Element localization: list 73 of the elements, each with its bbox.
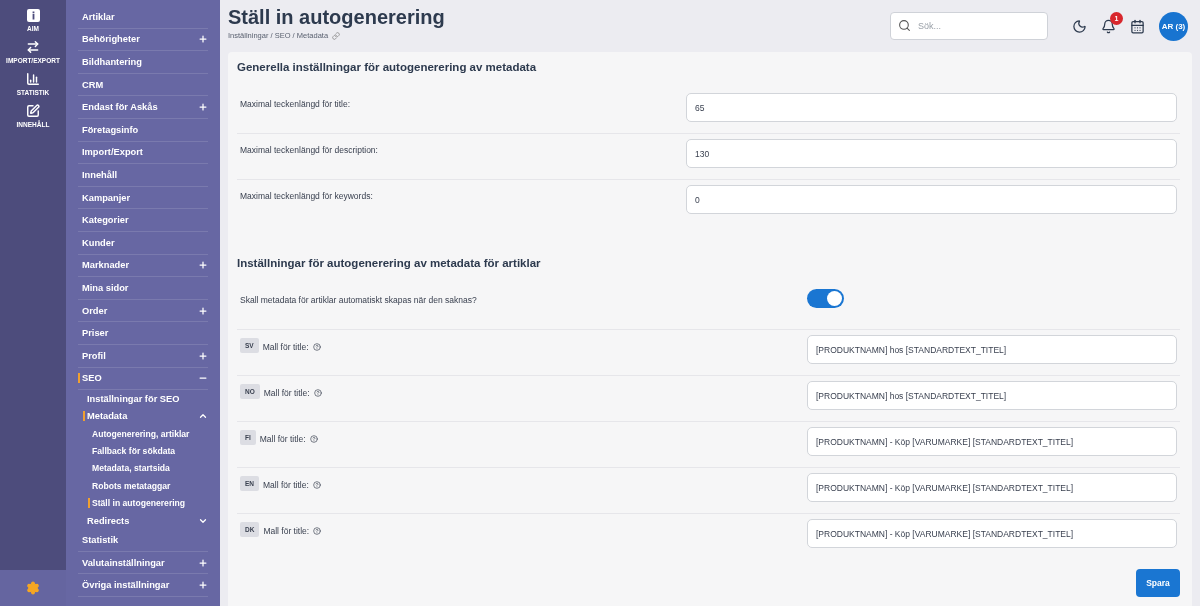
expand-icon[interactable] [198, 260, 208, 271]
field-label: Skall metadata för artiklar automatiskt skapas när den saknas? [240, 295, 477, 305]
expand-icon[interactable] [198, 557, 208, 568]
field-label: Mall för title: [262, 342, 309, 352]
notification-icon[interactable] [1101, 18, 1116, 34]
search-icon [898, 19, 911, 32]
section-title: Inställningar för autogenerering av metadata för artiklar [237, 256, 542, 271]
info-icon [26, 9, 40, 22]
nav-item[interactable]: Övriga inställningar [78, 580, 170, 591]
nav-item[interactable]: Endast för Askås [78, 102, 158, 113]
search-field[interactable]: Sök... [890, 12, 1048, 40]
template-field[interactable]: [PRODUKTNAMN] - Köp [VARUMARKE] [STANDARDTEXT_TITEL] [807, 427, 1177, 456]
help-icon[interactable] [312, 343, 321, 351]
nav-item[interactable]: CRM [78, 79, 104, 90]
field-label: Mall för title: [263, 388, 310, 398]
field-label: Maximal teckenlängd för description: [240, 145, 378, 155]
save-button[interactable]: Spara [1136, 569, 1180, 597]
help-icon[interactable] [309, 435, 318, 443]
nav-item[interactable]: Kampanjer [78, 192, 131, 203]
nav-item[interactable]: Fallback för sökdata [88, 445, 176, 456]
field-label: Mall för title: [263, 480, 309, 490]
nav-item[interactable]: Metadata [83, 411, 128, 422]
nav-item[interactable]: Innehåll [78, 169, 118, 180]
nav-item[interactable]: Redirects [83, 515, 130, 526]
help-icon[interactable] [312, 481, 321, 489]
bar-chart-icon [26, 72, 40, 86]
nav-item[interactable]: Metadata, startsida [88, 463, 170, 474]
expand-icon[interactable] [198, 102, 208, 113]
template-field[interactable]: [PRODUKTNAMN] hos [STANDARDTEXT_TITEL] [807, 381, 1177, 410]
field-label: Maximal teckenlängd för title: [240, 99, 351, 109]
number-field[interactable]: 65 [686, 93, 1177, 122]
settings-icon[interactable] [26, 581, 40, 595]
nav-item[interactable]: Kategorier [78, 215, 129, 226]
calendar-icon[interactable] [1130, 18, 1145, 34]
arrows-icon [26, 40, 40, 54]
nav-item[interactable]: Bildhantering [78, 57, 142, 67]
number-field[interactable]: 130 [686, 139, 1177, 168]
nav-item[interactable]: Order [78, 305, 108, 316]
nav-item[interactable]: Behörigheter [78, 34, 140, 45]
field-label: Mall för title: [263, 526, 310, 536]
nav-item[interactable]: Mina sidor [78, 282, 129, 293]
expand-icon[interactable] [198, 580, 208, 591]
page-title: Ställ in autogenerering [228, 6, 445, 29]
section-title: Generella inställningar för autogenerering av metadata [237, 60, 538, 75]
nav-item[interactable]: Robots metataggar [88, 480, 171, 491]
expand-icon[interactable] [198, 350, 208, 361]
nav-item[interactable]: Företagsinfo [78, 124, 139, 135]
help-icon[interactable] [313, 527, 322, 535]
nav-item[interactable]: Valutainställningar [78, 557, 165, 568]
template-field[interactable]: [PRODUKTNAMN] - Köp [VARUMARKE] [STANDARDTEXT_TITEL] [807, 519, 1177, 548]
nav-item[interactable]: Inställningar för SEO [83, 393, 180, 404]
expand-icon[interactable] [198, 305, 208, 316]
field-label: Maximal teckenlängd för keywords: [240, 191, 373, 201]
edit-icon [26, 104, 40, 118]
template-field[interactable]: [PRODUKTNAMN] - Köp [VARUMARKE] [STANDARDTEXT_TITEL] [807, 473, 1177, 502]
nav-item[interactable]: Marknader [78, 260, 130, 271]
template-field[interactable]: [PRODUKTNAMN] hos [STANDARDTEXT_TITEL] [807, 335, 1177, 364]
user-avatar[interactable]: AR (3) [1159, 11, 1188, 41]
nav-item[interactable]: Priser [78, 328, 109, 339]
nav-item[interactable]: SEO [78, 373, 102, 384]
expand-icon[interactable] [198, 34, 208, 45]
number-field[interactable]: 0 [686, 185, 1177, 214]
nav-item[interactable]: Import/Export [78, 147, 143, 158]
nav-item[interactable]: Artiklar [78, 11, 115, 22]
nav-item[interactable]: Statistik [78, 535, 119, 545]
help-icon[interactable] [313, 389, 322, 397]
field-label: Mall för title: [259, 434, 306, 444]
nav-item[interactable]: Autogenerering, artiklar [88, 428, 190, 439]
nav-item[interactable]: Ställ in autogenerering [88, 498, 186, 509]
toggle-switch[interactable] [807, 289, 844, 308]
nav-item[interactable]: Profil [78, 350, 106, 361]
moon-icon[interactable] [1072, 18, 1087, 34]
nav-item[interactable]: Kunder [78, 237, 115, 248]
